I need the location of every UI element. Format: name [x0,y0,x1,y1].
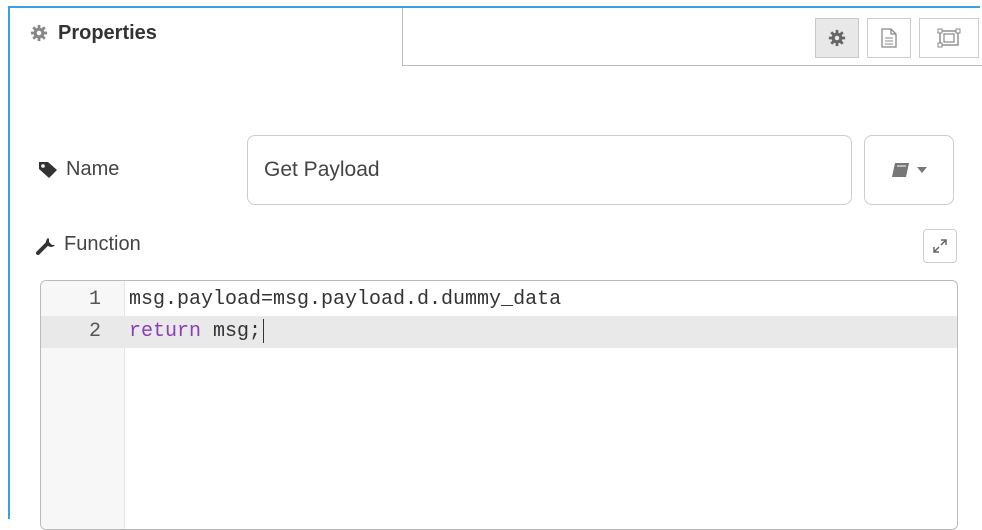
properties-header: Properties [10,8,982,66]
line-number: 1 [88,288,101,311]
text-cursor [263,318,265,343]
caret-down-icon [917,167,927,173]
document-icon [881,28,897,48]
name-label-text: Name [66,158,120,180]
tab-description[interactable] [867,18,911,58]
expand-editor-button[interactable] [923,229,957,263]
code-rest: msg; [201,320,262,343]
gear-icon [30,24,48,42]
function-code-editor[interactable]: 1 msg.payload=msg.payload.d.dummy_data 2… [40,280,958,530]
book-icon [892,163,909,177]
line-number: 2 [88,320,101,343]
tag-icon [39,161,57,178]
function-label: Function [36,233,141,256]
tab-node-properties[interactable] [815,18,859,58]
tab-strip [402,8,982,66]
expand-icon [933,239,947,253]
page-title: Properties [58,21,157,44]
function-label-text: Function [64,233,141,255]
gear-icon [828,29,846,47]
layout-icon [937,28,961,48]
properties-title-bar: Properties [10,8,402,58]
name-label: Name [38,158,119,181]
code-text: return msg; [129,316,265,348]
tab-appearance[interactable] [919,18,979,58]
code-text: msg.payload=msg.payload.d.dummy_data [129,288,562,311]
wrench-icon [36,237,55,255]
library-menu-button[interactable] [864,135,954,205]
code-line[interactable]: 1 msg.payload=msg.payload.d.dummy_data [41,284,957,316]
code-keyword: return [129,320,202,343]
name-field[interactable] [247,135,852,205]
code-line-active[interactable]: 2 return msg; [41,316,957,348]
